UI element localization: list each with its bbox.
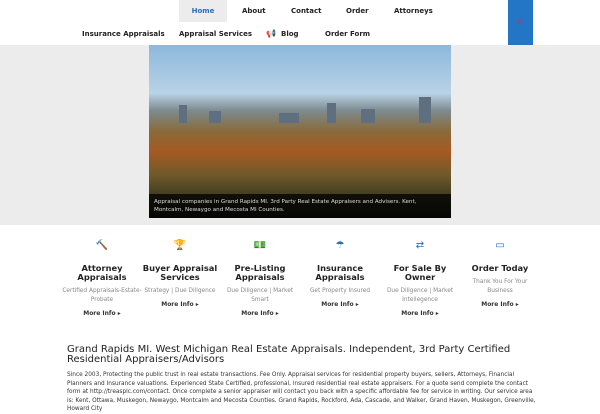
nav-blog[interactable]: Blog: [281, 31, 299, 38]
nav-order[interactable]: Order: [346, 8, 369, 15]
more-info-link[interactable]: More Info ▸: [62, 310, 142, 317]
feature-description: Due Diligence | Market Intellegence: [386, 288, 454, 303]
feature-card: 🏆 Buyer Appraisal Services Strategy | Du…: [140, 240, 220, 308]
nav-contact[interactable]: Contact: [291, 8, 322, 15]
money-icon: 💵: [253, 240, 267, 251]
credit-card-icon: ▭: [495, 240, 505, 251]
feature-description: Due Diligence | Market Smart: [226, 288, 294, 303]
search-toggle-button[interactable]: ⌕: [508, 0, 533, 45]
nav-order-form[interactable]: Order Form: [325, 31, 370, 38]
trophy-icon: 🏆: [173, 240, 187, 251]
nav-insurance-appraisals[interactable]: Insurance Appraisals: [82, 31, 165, 38]
feature-card: ☂ Insurance Appraisals Get Property Insu…: [300, 240, 380, 308]
nav-about[interactable]: About: [242, 8, 266, 15]
feature-card: ▭ Order Today Thank You For Your Busines…: [460, 240, 540, 308]
intro-text: Since 2003, Protecting the public trust …: [67, 372, 536, 412]
feature-description: Thank You For Your Business: [472, 279, 528, 294]
feature-card: 🔨 Attorney Appraisals Certified Appraisa…: [62, 240, 142, 317]
feature-description: Strategy | Due Diligence: [144, 288, 216, 294]
feature-title: Pre-Listing Appraisals: [234, 263, 286, 282]
feature-card: 💵 Pre-Listing Appraisals Due Diligence |…: [220, 240, 300, 317]
search-icon: ⌕: [517, 17, 523, 27]
more-info-link[interactable]: More Info ▸: [380, 310, 460, 317]
feature-title: Insurance Appraisals: [315, 263, 365, 282]
more-info-link[interactable]: More Info ▸: [300, 301, 380, 308]
gavel-icon: 🔨: [95, 240, 109, 251]
more-info-link[interactable]: More Info ▸: [140, 301, 220, 308]
more-info-link[interactable]: More Info ▸: [460, 301, 540, 308]
feature-description: Certified Appraisals-Estate-Probate: [62, 288, 142, 303]
umbrella-icon: ☂: [335, 240, 345, 251]
nav-attorneys[interactable]: Attorneys: [394, 8, 433, 15]
exchange-icon: ⇄: [415, 240, 425, 251]
feature-title: Order Today: [471, 263, 529, 273]
nav-home[interactable]: Home: [179, 0, 227, 22]
top-navigation: Home About Contact Order Attorneys Insur…: [0, 0, 600, 45]
feature-description: Get Property Insured: [309, 288, 371, 294]
feature-title: Attorney Appraisals: [77, 263, 127, 282]
hero-image: Appraisal companies in Grand Rapids MI. …: [149, 45, 451, 218]
nav-appraisal-services[interactable]: Appraisal Services: [179, 31, 252, 38]
megaphone-icon: 📢: [266, 29, 276, 38]
feature-card: ⇄ For Sale By Owner Due Diligence | Mark…: [380, 240, 460, 317]
hero-caption: Appraisal companies in Grand Rapids MI. …: [149, 194, 451, 218]
page-heading: Grand Rapids MI. West Michigan Real Esta…: [67, 344, 511, 365]
feature-title: For Sale By Owner: [393, 263, 447, 282]
more-info-link[interactable]: More Info ▸: [220, 310, 300, 317]
feature-title: Buyer Appraisal Services: [142, 263, 218, 282]
